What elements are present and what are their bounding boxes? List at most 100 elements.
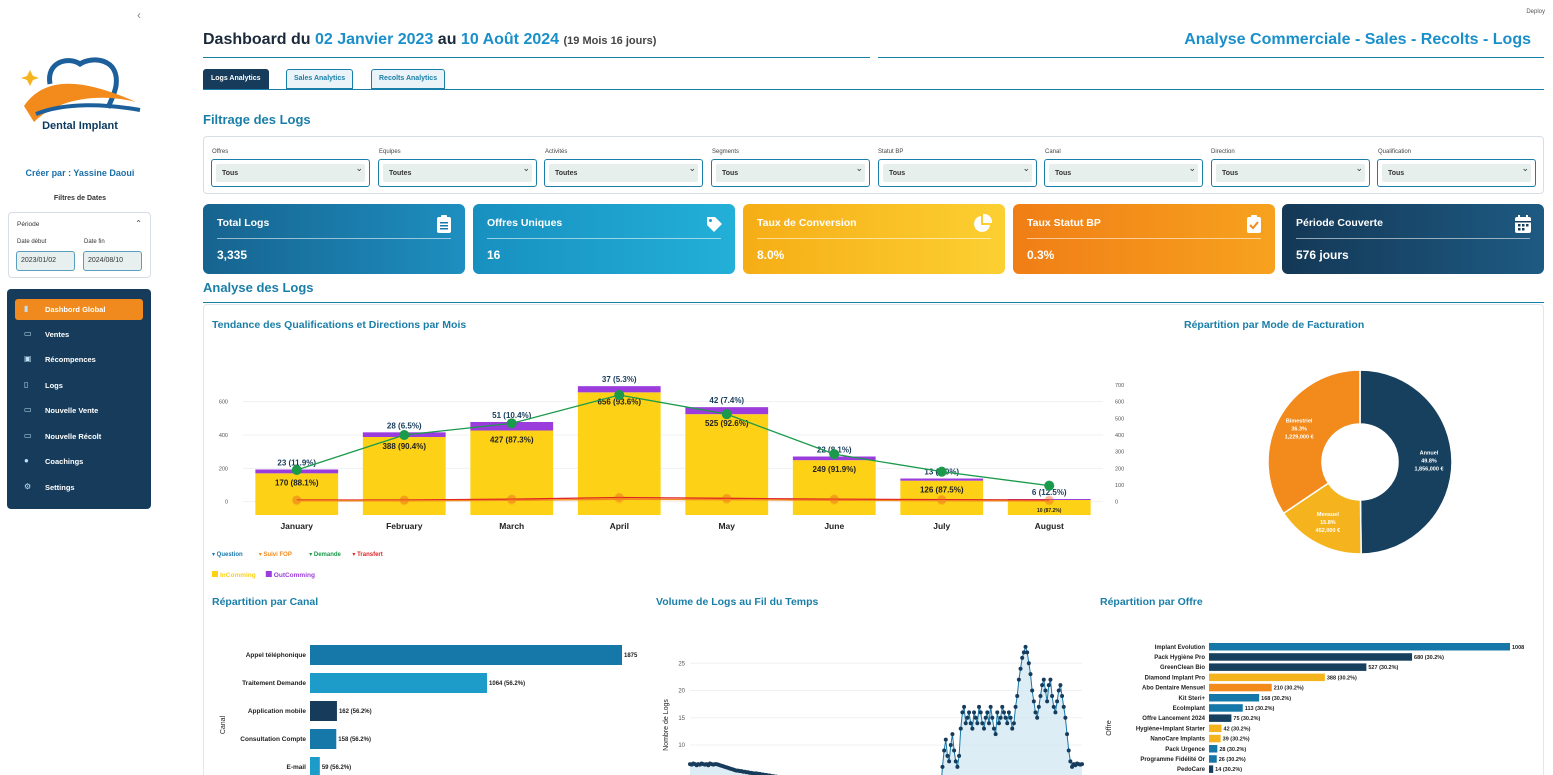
volume-point xyxy=(1056,688,1061,693)
date-filters-title: Filtres de Dates xyxy=(53,195,107,202)
clipboard-list-icon xyxy=(437,215,451,233)
line-point xyxy=(829,495,839,505)
chevron-up-icon[interactable]: ⌃ xyxy=(135,219,142,228)
title-divider-left xyxy=(203,57,870,58)
deploy-button[interactable]: Deploy xyxy=(1526,9,1545,15)
line-point xyxy=(507,495,517,505)
donut-slice-bimestriel xyxy=(1267,369,1361,515)
filter-select-equipes[interactable]: Toutes ⌄ xyxy=(378,159,537,187)
bar xyxy=(1209,734,1221,743)
bar-label-incomming: 427 (87.3%) xyxy=(490,436,534,445)
volume-point xyxy=(962,704,967,709)
tab-logs-analytics[interactable]: Logs Analytics xyxy=(203,69,269,89)
filter-select-activites[interactable]: Toutes ⌄ xyxy=(544,159,703,187)
filter-label-qualification: Qualification xyxy=(1378,149,1412,155)
filters-title: Filtrage des Logs xyxy=(203,112,311,127)
line-point xyxy=(936,466,947,477)
volume-point xyxy=(1031,699,1036,704)
tab-sales-analytics[interactable]: Sales Analytics xyxy=(286,69,354,89)
bar-label-incomming: 249 (91.9%) xyxy=(812,465,856,474)
nav-item-nouvelle-recolt[interactable]: ▭ Nouvelle Récolt xyxy=(15,426,143,447)
users-icon: ● xyxy=(24,456,29,465)
volume-point xyxy=(963,721,968,726)
filter-select-segments[interactable]: Tous ⌄ xyxy=(711,159,870,187)
bar-value-label: 527 (30.2%) xyxy=(1368,665,1398,671)
volume-point xyxy=(970,726,975,731)
title-start-date: 02 Janvier 2023 xyxy=(315,31,434,48)
x-tick-label: February xyxy=(386,521,423,531)
y-tick-label: Consultation Compte xyxy=(240,736,306,743)
chevron-down-icon: ⌄ xyxy=(522,163,530,173)
tabs-divider xyxy=(203,89,1544,90)
y-tick-label: Pack Hygiène Pro xyxy=(1154,655,1205,661)
donut-slice-label: 1,229,000 € xyxy=(1285,435,1314,441)
chevron-down-icon: ⌄ xyxy=(1022,163,1030,173)
nav-item-ventes[interactable]: ▭ Ventes xyxy=(15,324,143,345)
nav-item-recompences[interactable]: ▣ Récompences xyxy=(15,349,143,370)
x-tick-label: April xyxy=(610,521,629,531)
y2-tick-label: 200 xyxy=(1115,466,1124,472)
filter-select-direction[interactable]: Tous ⌄ xyxy=(1211,159,1370,187)
volume-point xyxy=(1080,762,1084,767)
calendar-icon xyxy=(1515,215,1531,233)
donut-slice-label: 15.8% xyxy=(1320,520,1336,526)
volume-point xyxy=(998,715,1003,720)
line-point xyxy=(722,495,732,505)
volume-point xyxy=(1005,721,1010,726)
bar-value-label: 39 (30.2%) xyxy=(1223,737,1250,743)
line-point xyxy=(937,496,947,506)
volume-point xyxy=(1050,693,1055,698)
volume-point xyxy=(1068,759,1073,764)
kpi-value: 16 xyxy=(487,248,501,262)
volume-point xyxy=(1040,683,1045,688)
y-tick-label: E-mail xyxy=(286,764,306,771)
volume-point xyxy=(1041,677,1046,682)
line-point xyxy=(291,465,302,475)
start-date-input[interactable]: 2023/01/02 xyxy=(16,251,75,271)
chevron-down-icon: ⌄ xyxy=(355,163,363,173)
x-tick-label: June xyxy=(824,521,844,531)
filter-select-statut-bp[interactable]: Tous ⌄ xyxy=(878,159,1037,187)
filter-select-qualification[interactable]: Tous ⌄ xyxy=(1377,159,1536,187)
kpi-label: Total Logs xyxy=(217,217,270,229)
y-tick-label: Hygiène+Implant Starter xyxy=(1136,726,1206,732)
kpi-value: 3,335 xyxy=(217,248,248,262)
kpi-divider xyxy=(487,238,721,239)
volume-point xyxy=(993,732,998,737)
bar xyxy=(1209,704,1243,712)
volume-point xyxy=(1018,666,1023,671)
bar-value-label: 28 (30.2%) xyxy=(1219,747,1246,753)
bar-label-incomming: 126 (87.5%) xyxy=(920,486,964,495)
nav-item-nouvelle-vente[interactable]: ▭ Nouvelle Vente xyxy=(15,400,143,421)
volume-point xyxy=(988,704,993,709)
filter-value: Tous xyxy=(883,164,1032,182)
tab-recolts-analytics[interactable]: Recolts Analytics xyxy=(371,69,446,89)
line-point xyxy=(614,494,624,504)
kpi-value: 0.3% xyxy=(1027,248,1055,262)
bar xyxy=(1209,745,1218,753)
bar xyxy=(310,701,337,721)
filter-select-offres[interactable]: Tous ⌄ xyxy=(211,159,370,187)
section-title: Analyse Commerciale - Sales - Recolts - … xyxy=(1184,31,1531,48)
nav-item-coachings[interactable]: ● Coachings xyxy=(15,451,143,472)
bar xyxy=(1209,653,1413,661)
volume-point xyxy=(1030,688,1035,693)
nav-item-logs[interactable]: ▯ Logs xyxy=(15,375,143,396)
filter-label-segments: Segments xyxy=(712,149,740,155)
line-point xyxy=(829,449,840,460)
volume-point xyxy=(983,715,988,720)
collapse-sidebar-icon[interactable]: ‹ xyxy=(137,8,141,22)
bar-label-outcomming: 28 (6.5%) xyxy=(387,421,422,430)
nav-item-dashboard-global[interactable]: ▮ Dashbord Global xyxy=(15,299,143,320)
sidebar: ‹ Dental Implant Créer par : Yassine Dao… xyxy=(0,0,160,775)
period-expander[interactable]: Période ⌃ Date début Date fin 2023/01/02… xyxy=(8,212,151,278)
end-date-input[interactable]: 2024/08/10 xyxy=(83,251,142,271)
nav-item-settings[interactable]: ⚙ Settings xyxy=(15,477,143,498)
bar xyxy=(1209,673,1325,682)
creator-label: Créer par : Yassine Daoui xyxy=(25,168,135,178)
line-point xyxy=(614,390,625,400)
bar-value-label: 42 (30.2%) xyxy=(1224,726,1251,732)
volume-point xyxy=(1066,748,1071,753)
chevron-down-icon: ⌄ xyxy=(1521,163,1529,173)
filter-select-canal[interactable]: Tous ⌄ xyxy=(1044,159,1203,187)
